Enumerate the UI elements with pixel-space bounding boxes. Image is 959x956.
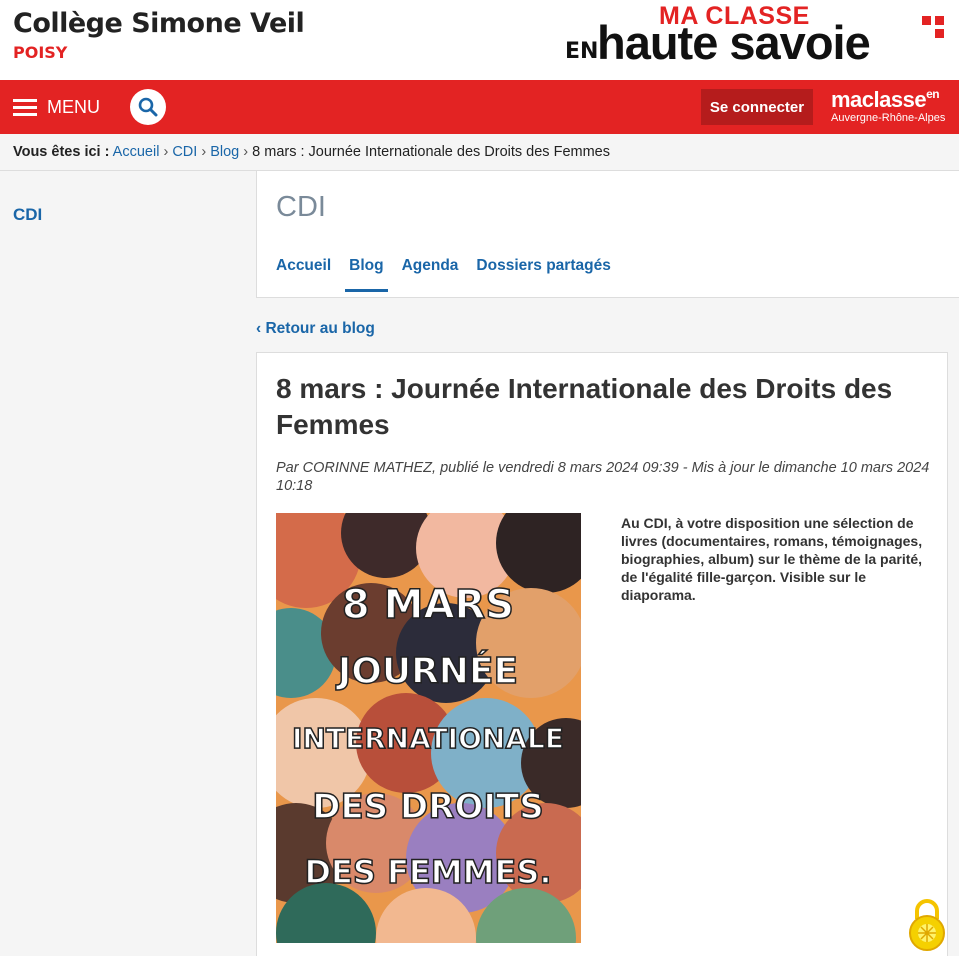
- lock-icon[interactable]: [906, 897, 948, 951]
- logo-haute-savoie: haute savoie: [597, 16, 871, 69]
- sidebar-title-cdi[interactable]: CDI: [13, 205, 42, 225]
- menu-label: MENU: [47, 96, 100, 117]
- poster-line-1: 8 MARS: [342, 582, 514, 628]
- section-title: CDI: [276, 191, 326, 223]
- search-icon: [138, 97, 158, 117]
- tab-blog[interactable]: Blog: [345, 257, 389, 292]
- tab-agenda[interactable]: Agenda: [402, 257, 459, 292]
- breadcrumb-current: 8 mars : Journée Internationale des Droi…: [252, 144, 610, 160]
- breadcrumb-separator: ›: [243, 144, 249, 160]
- article-poster-image[interactable]: 8 MARS JOURNÉE INTERNATIONALE DES DROITS…: [276, 513, 581, 943]
- article-body: Au CDI, à votre disposition une sélectio…: [621, 515, 923, 603]
- section-header: CDI Accueil Blog Agenda Dossiers partagé…: [256, 171, 959, 298]
- back-to-blog-link[interactable]: ‹ Retour au blog: [256, 320, 375, 338]
- menu-button[interactable]: MENU: [13, 92, 100, 122]
- school-city: POISY: [13, 43, 68, 62]
- haute-savoie-logo[interactable]: MA CLASSE EN haute savoie: [565, 2, 950, 74]
- maclasse-logo-text: maclasseen: [831, 87, 940, 112]
- article-title: 8 mars : Journée Internationale des Droi…: [276, 373, 893, 440]
- poster-line-4: DES DROITS: [312, 787, 543, 827]
- breadcrumb-prefix: Vous êtes ici :: [13, 144, 110, 160]
- site-header: Collège Simone Veil POISY MA CLASSE EN h…: [0, 0, 959, 80]
- article: 8 mars : Journée Internationale des Droi…: [256, 352, 948, 956]
- main-navbar: MENU Se connecter maclasseen Auvergne-Rh…: [0, 80, 959, 134]
- search-button[interactable]: [130, 89, 166, 125]
- article-meta: Par CORINNE MATHEZ, publié le vendredi 8…: [276, 460, 930, 494]
- hamburger-icon: [13, 98, 37, 116]
- savoie-cross-icon: [922, 16, 948, 42]
- breadcrumb: Vous êtes ici : Accueil › CDI › Blog › 8…: [0, 134, 959, 171]
- breadcrumb-cdi[interactable]: CDI: [172, 144, 197, 160]
- logo-en: EN: [565, 39, 599, 64]
- poster-line-5: DES FEMMES.: [304, 853, 551, 891]
- sidebar: CDI: [0, 171, 257, 956]
- breadcrumb-separator: ›: [163, 144, 169, 160]
- tab-accueil[interactable]: Accueil: [276, 257, 331, 292]
- maclasse-region: Auvergne-Rhône-Alpes: [831, 112, 946, 124]
- breadcrumb-separator: ›: [201, 144, 207, 160]
- section-tabs: Accueil Blog Agenda Dossiers partagés: [276, 257, 611, 292]
- school-name[interactable]: Collège Simone Veil: [13, 8, 305, 39]
- maclasse-en-logo[interactable]: maclasseen Auvergne-Rhône-Alpes: [831, 87, 945, 124]
- poster-line-3: INTERNATIONALE: [292, 722, 564, 755]
- breadcrumb-home[interactable]: Accueil: [113, 144, 160, 160]
- login-button[interactable]: Se connecter: [701, 89, 813, 125]
- tab-dossiers-partages[interactable]: Dossiers partagés: [476, 257, 610, 292]
- poster-line-2: JOURNÉE: [335, 650, 518, 692]
- breadcrumb-blog[interactable]: Blog: [210, 144, 239, 160]
- poster-illustration: 8 MARS JOURNÉE INTERNATIONALE DES DROITS…: [276, 513, 581, 943]
